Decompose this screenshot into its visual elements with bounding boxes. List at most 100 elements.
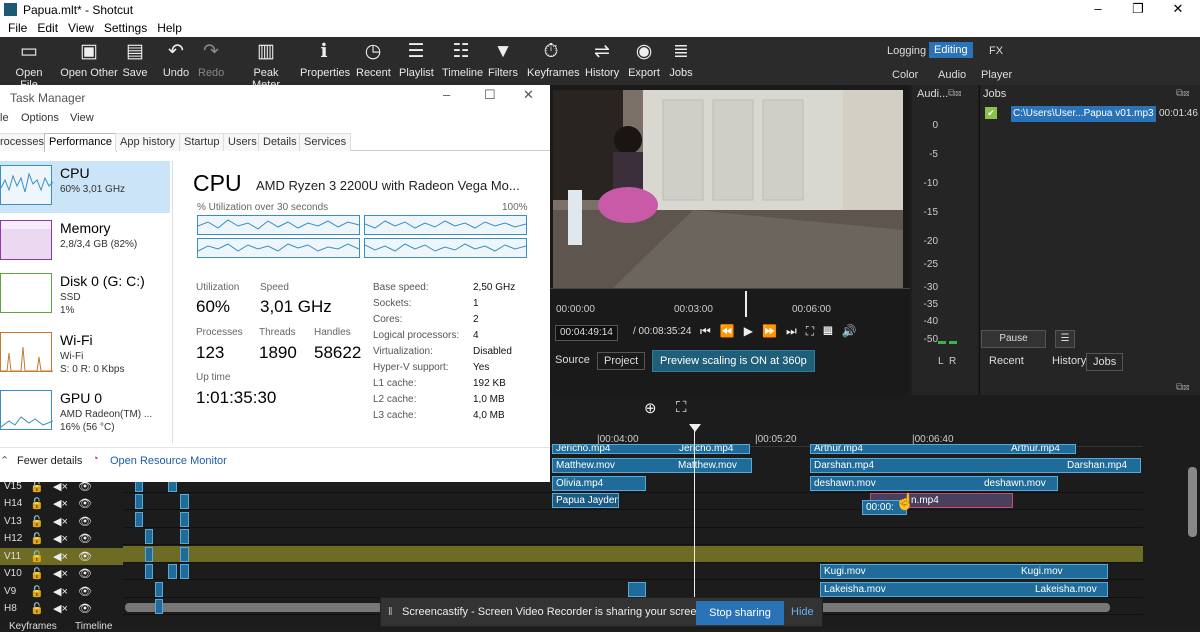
lock-icon[interactable]: 🔓 xyxy=(30,585,44,598)
tm-maximize-button[interactable]: ☐ xyxy=(484,87,496,103)
tm-tab-startup[interactable]: Startup xyxy=(179,133,225,151)
stop-sharing-button[interactable]: Stop sharing xyxy=(696,601,784,625)
play-icon[interactable]: ▶ xyxy=(744,324,762,338)
eye-icon[interactable]: 👁 xyxy=(78,585,92,598)
timeline-clip[interactable] xyxy=(135,512,143,527)
layout-audio[interactable]: Audio xyxy=(933,67,971,83)
mute-icon[interactable]: ◀× xyxy=(53,585,68,598)
timeline-clip[interactable] xyxy=(135,494,143,509)
maximize-button[interactable]: ❐ xyxy=(1120,0,1156,19)
jobs-menu-button[interactable]: ☰ xyxy=(1055,330,1075,348)
eye-icon[interactable]: 👁 xyxy=(78,532,92,545)
timeline-playhead[interactable] xyxy=(694,424,695,609)
zoom-fit-timeline-icon[interactable]: ⛶ xyxy=(676,399,687,416)
tab-jobs[interactable]: Jobs xyxy=(1086,353,1124,371)
tab-keyframes[interactable]: Keyframes xyxy=(9,621,57,632)
playlist-button[interactable]: ☰ Playlist xyxy=(399,41,434,79)
perf-item-disk[interactable]: Disk 0 (G: C:) SSD 1% xyxy=(0,269,170,321)
timeline-clip[interactable]: Arthur.mp4 Arthur.mp4 xyxy=(810,444,1076,454)
timeline-button[interactable]: ☷ Timeline xyxy=(442,41,483,79)
tm-menu-file[interactable]: le xyxy=(0,112,9,124)
track-header-h8[interactable]: H8 🔓 ◀× 👁 xyxy=(0,600,123,617)
volume-icon[interactable]: 🔊 xyxy=(842,324,866,338)
video-preview[interactable] xyxy=(553,90,903,288)
skip-next-icon[interactable]: ⏭ xyxy=(786,324,806,338)
lock-icon[interactable]: 🔓 xyxy=(30,602,44,615)
timeline-clip[interactable] xyxy=(155,599,163,614)
player-ruler[interactable]: 00:00:00 00:03:00 00:06:00 xyxy=(550,288,910,318)
timeline-clip[interactable]: Jericho.mp4 Jericho.mp4 xyxy=(552,444,750,454)
tm-close-button[interactable]: ✕ xyxy=(523,87,534,103)
tm-tab-performance[interactable]: Performance xyxy=(44,133,117,152)
layout-player[interactable]: Player xyxy=(976,67,1017,83)
timeline-clip[interactable]: Kugi.mov Kugi.mov xyxy=(820,564,1108,579)
track-header-h12[interactable]: H12 🔓 ◀× 👁 xyxy=(0,530,123,547)
tm-minimize-button[interactable]: – xyxy=(443,87,450,102)
rewind-icon[interactable]: ⏪ xyxy=(720,324,744,338)
keyframes-button[interactable]: ⏱ Keyframes xyxy=(527,41,580,79)
save-button[interactable]: ▤ Save xyxy=(122,41,148,79)
mute-icon[interactable]: ◀× xyxy=(53,532,68,545)
zoom-fit-icon[interactable]: ⛶ xyxy=(806,324,823,338)
position-timecode[interactable]: 00:04:49:14 xyxy=(555,325,618,341)
panel-float-icon[interactable]: ⧉⊠ xyxy=(1176,382,1190,393)
zoom-in-icon[interactable]: ⊕ xyxy=(644,399,657,417)
lock-icon[interactable]: 🔓 xyxy=(30,515,44,528)
eye-icon[interactable]: 👁 xyxy=(78,550,92,563)
minimize-button[interactable]: – xyxy=(1080,0,1116,19)
timeline-clip[interactable]: Papua Jayden.r xyxy=(552,493,619,508)
eye-icon[interactable]: 👁 xyxy=(78,497,92,510)
menu-view[interactable]: View xyxy=(68,21,94,35)
track-header-h14[interactable]: H14 🔓 ◀× 👁 xyxy=(0,495,123,512)
mute-icon[interactable]: ◀× xyxy=(53,515,68,528)
lock-icon[interactable]: 🔓 xyxy=(30,532,44,545)
eye-icon[interactable]: 👁 xyxy=(78,515,92,528)
layout-logging[interactable]: Logging xyxy=(882,43,931,59)
tab-recent[interactable]: Recent xyxy=(983,353,1030,369)
tm-menu-options[interactable]: Options xyxy=(21,112,59,124)
tm-tab-details[interactable]: Details xyxy=(258,133,302,151)
mute-icon[interactable]: ◀× xyxy=(53,602,68,615)
tm-tab-services[interactable]: Services xyxy=(299,133,352,151)
job-item[interactable]: C:\Users\User...Papua v01.mp3 xyxy=(1011,106,1156,122)
perf-item-memory[interactable]: Memory 2,8/3,4 GB (82%) xyxy=(0,216,170,268)
timeline-clip[interactable] xyxy=(628,582,646,597)
tm-tab-app-history[interactable]: App history xyxy=(115,133,181,151)
skip-previous-icon[interactable]: ⏮ xyxy=(700,324,720,338)
timeline-clip[interactable] xyxy=(180,512,189,527)
tm-tab-processes[interactable]: rocesses xyxy=(0,133,50,151)
menu-file[interactable]: File xyxy=(8,21,27,35)
panel-float-icon[interactable]: ⧉⊠ xyxy=(1176,88,1190,99)
timeline-playhead-marker[interactable] xyxy=(689,424,701,432)
timeline-clip[interactable] xyxy=(180,564,189,579)
track-header-v11[interactable]: V11 🔓 ◀× 👁 xyxy=(0,548,123,565)
eye-icon[interactable]: 👁 xyxy=(78,602,92,615)
lock-icon[interactable]: 🔓 xyxy=(30,497,44,510)
timeline-clip[interactable] xyxy=(168,564,177,579)
timeline-clip[interactable] xyxy=(145,547,153,562)
timeline-clip[interactable]: Olivia.mp4 xyxy=(552,476,646,491)
fast-forward-icon[interactable]: ⏩ xyxy=(762,324,786,338)
lock-icon[interactable]: 🔓 xyxy=(30,550,44,563)
timeline-clip[interactable] xyxy=(155,582,163,597)
menu-settings[interactable]: Settings xyxy=(104,21,147,35)
timeline-clip[interactable]: Darshan.mp4 Darshan.mp4 xyxy=(810,458,1141,473)
panel-float-icon[interactable]: ⧉⊠ xyxy=(948,88,962,99)
fewer-details-link[interactable]: Fewer details xyxy=(17,455,82,467)
timeline-clip[interactable] xyxy=(180,494,189,509)
mute-icon[interactable]: ◀× xyxy=(53,567,68,580)
timeline-vertical-scrollbar[interactable] xyxy=(1188,467,1197,537)
playhead[interactable] xyxy=(745,291,747,317)
layout-color[interactable]: Color xyxy=(887,67,923,83)
track-header-v9[interactable]: V9 🔓 ◀× 👁 xyxy=(0,583,123,600)
timeline-clip[interactable] xyxy=(145,529,153,544)
collapse-chevron-icon[interactable]: ⌃ xyxy=(0,454,9,467)
lock-icon[interactable]: 🔓 xyxy=(30,567,44,580)
timeline-clip[interactable]: Matthew.mov Matthew.mov xyxy=(552,458,752,473)
tm-tab-users[interactable]: Users xyxy=(223,133,262,151)
mute-icon[interactable]: ◀× xyxy=(53,550,68,563)
tab-timeline[interactable]: Timeline xyxy=(75,621,112,632)
menu-edit[interactable]: Edit xyxy=(37,21,58,35)
close-button[interactable]: ✕ xyxy=(1160,0,1196,19)
grid-icon[interactable]: ▦ xyxy=(823,324,842,338)
